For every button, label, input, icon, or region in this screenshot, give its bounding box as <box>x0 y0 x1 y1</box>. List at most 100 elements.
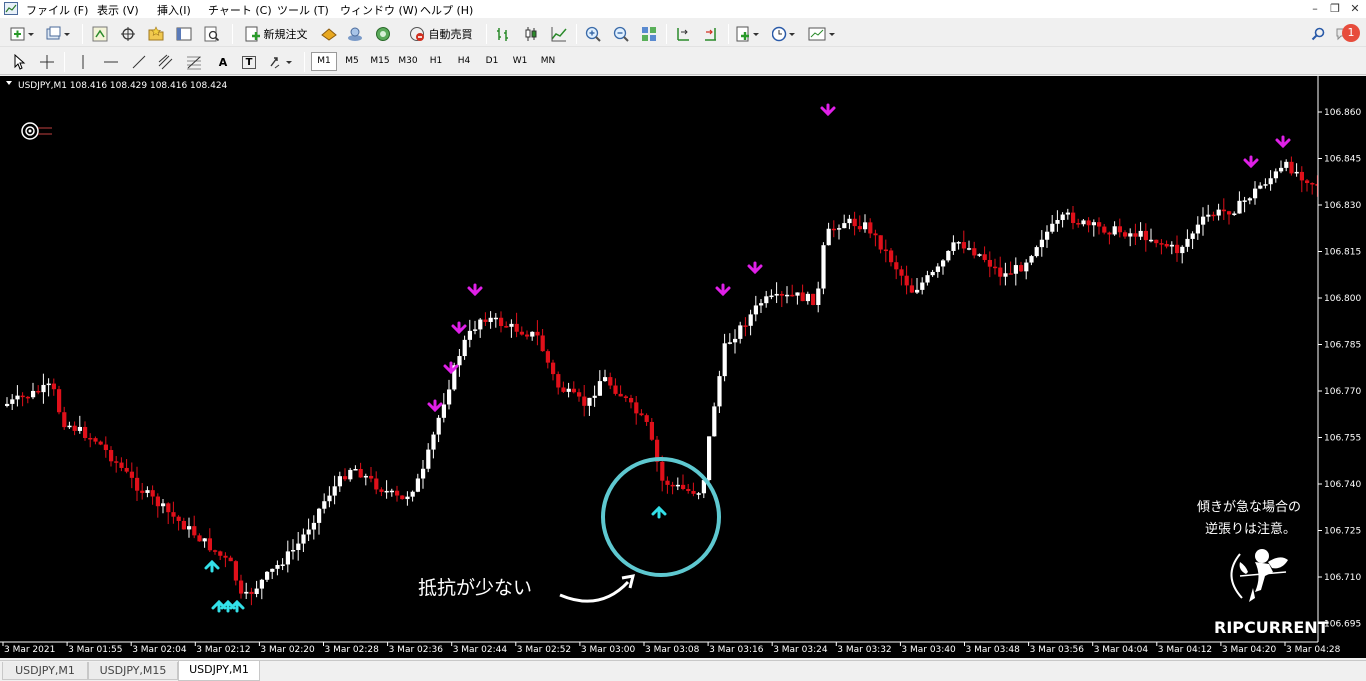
candle-body <box>62 412 67 428</box>
candle-body <box>421 468 426 479</box>
candle-body <box>415 478 420 492</box>
menu-window[interactable]: ウィンドウ (W) <box>340 2 418 18</box>
tab-usdjpy-m1[interactable]: USDJPY,M1 <box>2 662 88 680</box>
new-order-button[interactable]: 新規注文 <box>240 24 312 44</box>
candle-body <box>161 503 166 507</box>
text-tool-button[interactable]: A <box>212 52 234 72</box>
time-tick-label: 3 Mar 03:56 <box>1030 645 1085 655</box>
tab-usdjpy-m1-active[interactable]: USDJPY,M1 <box>178 661 260 681</box>
menu-view[interactable]: 表示 (V) <box>97 2 139 18</box>
strategy-tester-icon[interactable] <box>202 24 222 44</box>
timeframe-m1[interactable]: M1 <box>311 52 337 71</box>
chart-shift-icon[interactable] <box>672 24 694 44</box>
timeframe-mn[interactable]: MN <box>535 52 561 71</box>
candle-body <box>644 415 649 422</box>
candle-body <box>920 282 925 290</box>
candle-body <box>779 293 784 296</box>
menu-file[interactable]: ファイル (F) <box>26 2 88 18</box>
bar-chart-icon[interactable] <box>492 24 514 44</box>
fibonacci-icon[interactable] <box>182 52 206 72</box>
timeframe-h1[interactable]: H1 <box>423 52 449 71</box>
candle-body <box>207 538 212 551</box>
timeframe-m5[interactable]: M5 <box>339 52 365 71</box>
menu-tools[interactable]: ツール (T) <box>277 2 329 18</box>
timeframe-m30[interactable]: M30 <box>395 52 421 71</box>
crosshair-tool-icon[interactable] <box>36 52 58 72</box>
candle-body <box>1102 226 1107 233</box>
menu-insert[interactable]: 挿入(I) <box>157 2 191 18</box>
restore-icon[interactable]: ❐ <box>1328 2 1342 15</box>
new-chart-button[interactable] <box>8 24 38 44</box>
candle-body <box>15 395 20 400</box>
timeframe-h4[interactable]: H4 <box>451 52 477 71</box>
candle-body <box>1019 265 1024 272</box>
horizontal-line-icon[interactable] <box>100 52 122 72</box>
candle-body <box>493 317 498 320</box>
alert-count-badge[interactable]: 1 <box>1342 24 1360 42</box>
navigator-icon[interactable] <box>146 24 166 44</box>
vertical-line-icon[interactable] <box>72 52 94 72</box>
candle-body <box>805 293 810 302</box>
cursor-icon[interactable] <box>8 52 30 72</box>
templates-button[interactable] <box>806 24 840 44</box>
indicators-button[interactable] <box>734 24 764 44</box>
arrows-button[interactable] <box>266 52 298 72</box>
candle-body <box>1227 211 1232 215</box>
time-tick-label: 3 Mar 02:12 <box>196 645 250 655</box>
price-chart[interactable]: 106.860 106.845 106.830 106.815 106.800 106.7… <box>0 76 1366 658</box>
candlestick-icon[interactable] <box>520 24 542 44</box>
candle-body <box>561 387 566 392</box>
candle-body <box>904 275 909 286</box>
signals-icon[interactable] <box>344 24 366 44</box>
metaeditor-icon[interactable] <box>318 24 340 44</box>
profiles-button[interactable] <box>44 24 74 44</box>
terminal-icon[interactable] <box>174 24 194 44</box>
timeframe-d1[interactable]: D1 <box>479 52 505 71</box>
tile-windows-icon[interactable] <box>638 24 660 44</box>
candle-body <box>571 388 576 393</box>
time-tick-label: 3 Mar 03:08 <box>645 645 700 655</box>
chart-tabs: USDJPY,M1 USDJPY,M15 USDJPY,M1 <box>0 660 1366 681</box>
tab-usdjpy-m15[interactable]: USDJPY,M15 <box>88 662 178 680</box>
trendline-icon[interactable] <box>128 52 150 72</box>
channel-icon[interactable] <box>154 52 178 72</box>
chart-window[interactable]: 106.860 106.845 106.830 106.815 106.800 106.7… <box>0 76 1366 658</box>
time-tick-label: 3 Mar 03:48 <box>966 645 1021 655</box>
time-tick-label: 3 Mar 03:16 <box>709 645 764 655</box>
candle-body <box>41 384 46 393</box>
candle-body <box>670 484 675 487</box>
candle-body <box>249 591 254 594</box>
line-chart-icon[interactable] <box>548 24 570 44</box>
candle-body <box>181 520 186 530</box>
close-icon[interactable]: ✕ <box>1348 2 1362 15</box>
candle-body <box>608 377 613 386</box>
candle-body <box>379 489 384 492</box>
candle-body <box>1268 178 1273 185</box>
timeframe-m15[interactable]: M15 <box>367 52 393 71</box>
market-icon[interactable] <box>372 24 394 44</box>
periods-button[interactable] <box>770 24 800 44</box>
candle-body <box>176 516 181 521</box>
search-icon[interactable] <box>1308 24 1328 44</box>
market-watch-icon[interactable] <box>90 24 110 44</box>
menu-chart[interactable]: チャート (C) <box>208 2 272 18</box>
candle-body <box>197 535 202 542</box>
autoscroll-icon[interactable] <box>700 24 722 44</box>
candle-body <box>1143 230 1148 241</box>
candle-body <box>816 288 821 305</box>
text-label-button[interactable]: T <box>238 52 260 72</box>
minimize-icon[interactable]: – <box>1308 2 1322 15</box>
zoom-in-icon[interactable] <box>582 24 604 44</box>
candle-body <box>1149 239 1154 242</box>
candle-body <box>431 434 436 450</box>
zoom-out-icon[interactable] <box>610 24 632 44</box>
auto-trading-button[interactable]: 自動売買 <box>402 24 478 44</box>
time-tick-label: 3 Mar 03:40 <box>901 645 956 655</box>
candle-body <box>540 335 545 352</box>
candle-body <box>1013 265 1018 274</box>
curved-arrow <box>559 580 630 603</box>
menu-help[interactable]: ヘルプ (H) <box>420 2 473 18</box>
price-tick-label: 106.785 <box>1324 341 1361 351</box>
crosshair-icon[interactable] <box>118 24 138 44</box>
timeframe-w1[interactable]: W1 <box>507 52 533 71</box>
